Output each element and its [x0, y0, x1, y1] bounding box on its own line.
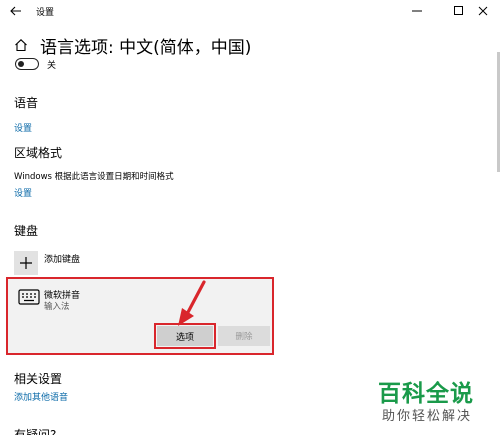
close-button[interactable] [466, 0, 500, 22]
back-arrow-icon[interactable] [8, 3, 24, 19]
minimize-button[interactable] [400, 0, 434, 22]
watermark-sub-text: 助你轻松解决 [382, 409, 473, 424]
speech-settings-link[interactable]: 设置 [14, 121, 32, 134]
watermark-logo: 百科全说 助你轻松解决 [372, 372, 500, 435]
annotation-arrow-icon [178, 280, 206, 326]
maximize-icon [454, 6, 463, 15]
window-title: 设置 [36, 8, 55, 18]
keyboard-icon [18, 289, 40, 305]
toggle-switch[interactable] [15, 58, 39, 70]
page-title: 语言选项: 中文(简体，中国) [40, 38, 252, 58]
add-other-speech-link[interactable]: 添加其他语音 [14, 390, 68, 403]
title-bar: 设置 [0, 0, 500, 22]
close-icon [478, 6, 488, 16]
add-keyboard-button[interactable] [14, 251, 38, 275]
region-settings-link[interactable]: 设置 [14, 186, 32, 199]
region-heading: 区域格式 [14, 146, 63, 160]
home-icon[interactable] [14, 37, 28, 52]
keyboard-heading: 键盘 [14, 224, 39, 238]
questions-heading: 有疑问? [14, 428, 57, 435]
add-keyboard-label[interactable]: 添加键盘 [44, 252, 80, 265]
keyboard-item-type: 输入法 [44, 302, 70, 312]
toggle-label: 关 [47, 61, 57, 71]
watermark-main-text: 百科全说 [378, 381, 474, 407]
delete-button[interactable]: 删除 [218, 326, 270, 346]
speech-heading: 语音 [14, 96, 39, 110]
region-description: Windows 根据此语言设置日期和时间格式 [14, 172, 174, 182]
toggle-knob [18, 60, 24, 67]
related-settings-heading: 相关设置 [14, 372, 63, 386]
keyboard-item-panel[interactable]: 微软拼音 输入法 选项 删除 [6, 277, 274, 355]
plus-icon [20, 257, 32, 269]
minimize-icon [412, 10, 422, 12]
